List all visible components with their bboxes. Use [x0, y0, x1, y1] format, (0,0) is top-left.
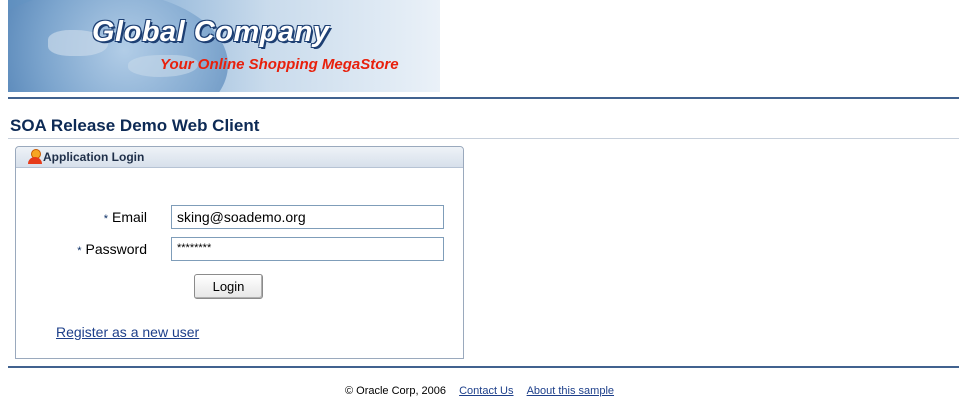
required-marker: * — [103, 213, 108, 225]
register-link[interactable]: Register as a new user — [56, 324, 199, 340]
user-icon — [28, 149, 42, 165]
login-panel-title: Application Login — [43, 150, 145, 164]
login-panel-header: Application Login — [16, 147, 463, 168]
email-row: * Email — [16, 205, 463, 229]
company-name: Global Company — [92, 16, 330, 48]
page-title: SOA Release Demo Web Client — [10, 116, 260, 135]
email-field[interactable] — [171, 205, 444, 229]
about-sample-link[interactable]: About this sample — [527, 385, 614, 397]
required-marker: * — [77, 245, 82, 257]
login-panel: Application Login *Email *Password Login… — [15, 146, 464, 359]
company-banner-logo: Global Company Your Online Shopping Mega… — [8, 0, 440, 92]
footer-divider — [8, 366, 959, 368]
password-field[interactable] — [171, 237, 444, 261]
login-button[interactable]: Login — [194, 274, 263, 299]
password-label: * Password — [77, 241, 147, 257]
company-tagline: Your Online Shopping MegaStore — [160, 56, 399, 73]
email-label: * Email — [103, 209, 147, 225]
contact-us-link[interactable]: Contact Us — [459, 385, 513, 397]
title-divider — [8, 138, 959, 139]
password-row: * Password — [16, 237, 463, 261]
copyright-text: © Oracle Corp, 2006 — [344, 385, 447, 397]
footer: © Oracle Corp, 2006 Contact Us About thi… — [0, 385, 959, 397]
header-divider — [8, 97, 959, 99]
